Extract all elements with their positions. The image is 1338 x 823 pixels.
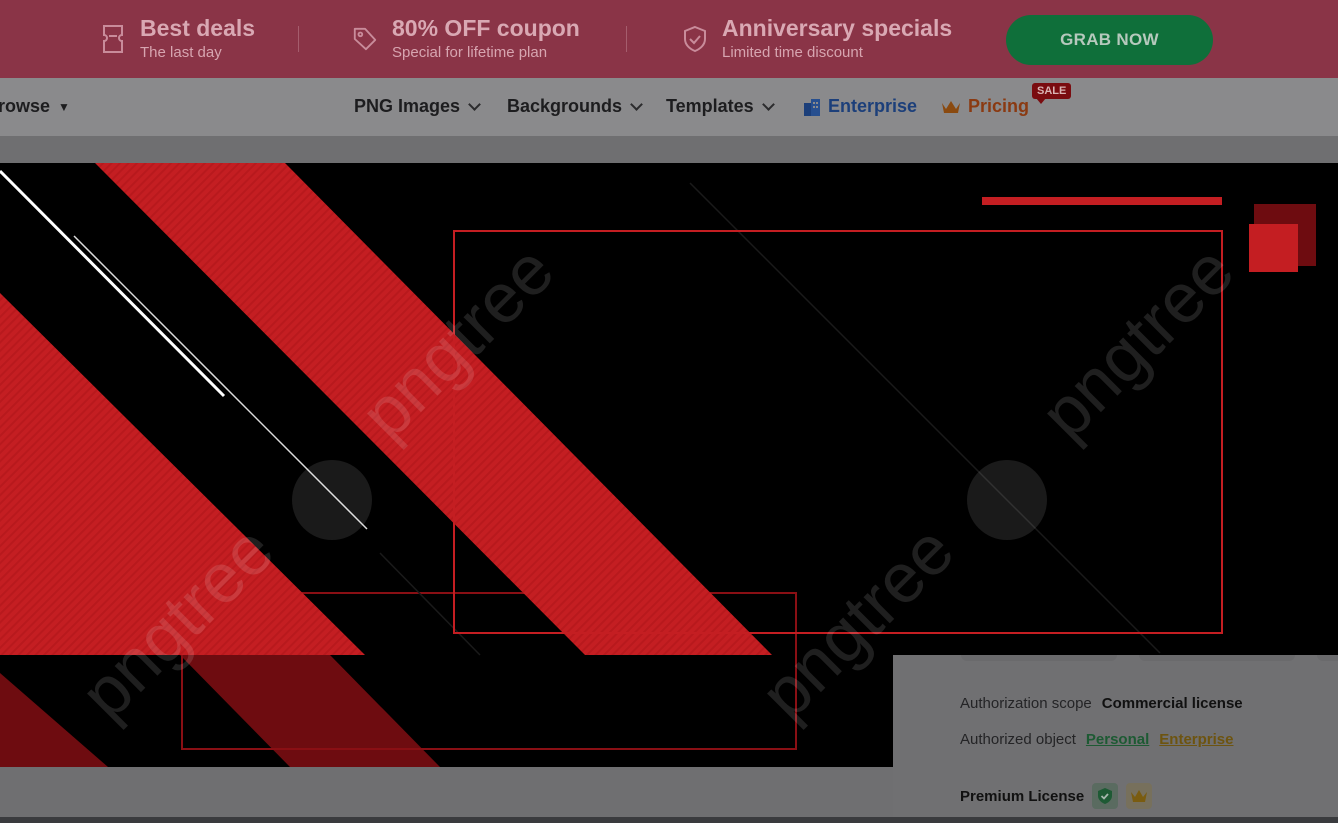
below-area: [0, 767, 893, 817]
promo-coupon[interactable]: 80% OFF coupon Special for lifetime plan: [352, 14, 580, 62]
promo-subtitle: Limited time discount: [722, 44, 863, 61]
watermark-logo: [292, 460, 372, 540]
authorization-scope-row: Authorization scope Commercial license: [960, 695, 1243, 712]
personal-link[interactable]: Personal: [1086, 731, 1149, 748]
promo-title: Best deals: [140, 15, 256, 41]
nav-enterprise[interactable]: Enterprise: [802, 96, 917, 117]
promo-title: 80% OFF coupon: [392, 15, 580, 41]
nav-label: Pricing: [968, 96, 1030, 116]
nav-backgrounds[interactable]: Backgrounds: [507, 96, 643, 117]
tag-icon: [353, 27, 377, 51]
nav-label: Templates: [666, 96, 754, 116]
chevron-down-icon: [468, 97, 481, 111]
watermark-text: pngtree: [1025, 231, 1248, 454]
watermark-logo: [967, 460, 1047, 540]
promo-subtitle: Special for lifetime plan: [392, 44, 548, 61]
chevron-down-icon: [630, 97, 643, 111]
faint-line: [379, 552, 481, 656]
content-gap: [0, 136, 1338, 163]
promo-divider: [298, 26, 299, 52]
dark-red-band: [180, 655, 440, 767]
promo-anniversary[interactable]: Anniversary specials Limited time discou…: [682, 14, 952, 62]
premium-label: Premium License: [960, 787, 1085, 805]
tab-stub[interactable]: [961, 655, 1117, 661]
grab-now-button[interactable]: GRAB NOW: [1006, 15, 1213, 65]
crown-icon: [942, 100, 960, 113]
promo-title: Anniversary specials: [722, 15, 953, 41]
shield-check-icon: [1092, 783, 1119, 809]
nav-templates[interactable]: Templates: [666, 96, 775, 117]
red-top-bar: [982, 197, 1222, 205]
crown-icon: [1126, 783, 1153, 809]
promo-subtitle: The last day: [140, 44, 222, 61]
chevron-down-icon: [761, 97, 775, 111]
nav-pricing[interactable]: Pricing: [940, 96, 1029, 117]
authorized-object-row: Authorized object Personal Enterprise: [960, 731, 1233, 748]
promo-best-deals[interactable]: Best deals The last day: [100, 14, 255, 62]
nav-label: PNG Images: [354, 96, 461, 116]
bottom-edge: [0, 817, 1338, 823]
nav-label: Enterprise: [828, 96, 918, 116]
enterprise-link[interactable]: Enterprise: [1159, 731, 1233, 748]
tab-stub[interactable]: [1139, 655, 1295, 661]
scope-label: Authorization scope: [960, 695, 1092, 712]
tab-stub[interactable]: [1317, 655, 1338, 661]
premium-license-row: Premium License: [960, 783, 1153, 809]
promo-banner: Best deals The last day 80% OFF coupon S…: [0, 0, 1338, 78]
nav-png-images[interactable]: PNG Images: [354, 96, 481, 117]
main-nav: rowse ▼ PNG Images Backgrounds Templates…: [0, 78, 1338, 206]
nav-browse-label: rowse: [0, 96, 51, 116]
shield-check-icon: [684, 25, 706, 53]
caret-down-icon: ▼: [58, 99, 70, 114]
scope-value: Commercial license: [1101, 695, 1243, 712]
nav-browse[interactable]: rowse ▼: [0, 96, 70, 117]
nav-label: Backgrounds: [507, 96, 623, 116]
red-square: [1249, 224, 1298, 272]
object-label: Authorized object: [960, 731, 1076, 748]
sale-badge: SALE: [1032, 83, 1072, 104]
license-panel: Authorization scope Commercial license A…: [893, 655, 1338, 817]
ticket-icon: [103, 25, 123, 53]
promo-divider: [626, 26, 627, 52]
building-icon: [804, 98, 820, 116]
